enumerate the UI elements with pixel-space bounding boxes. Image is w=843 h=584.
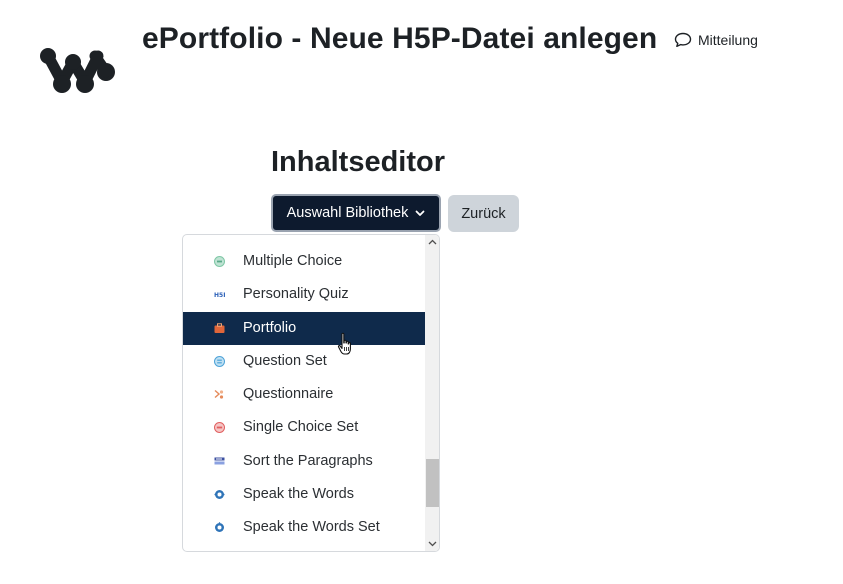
- logo-icon[interactable]: [40, 42, 120, 98]
- menu-item-portfolio[interactable]: Portfolio: [183, 312, 425, 345]
- single-choice-icon: [214, 422, 225, 433]
- menu-item-speak-the-words-set[interactable]: Speak the Words Set: [183, 511, 425, 544]
- menu-item-question-set[interactable]: Question Set: [183, 345, 425, 378]
- dropdown-scrollbar[interactable]: [425, 235, 439, 551]
- h5p-icon: H5P: [214, 292, 225, 299]
- dropdown-list: Multiple Choice H5P Personality Quiz Por…: [183, 235, 425, 551]
- scrollbar-thumb[interactable]: [426, 459, 439, 507]
- message-label: Mitteilung: [698, 32, 758, 48]
- menu-item-label: Single Choice Set: [243, 419, 359, 435]
- multiple-choice-icon: [214, 256, 225, 267]
- portfolio-icon: [214, 323, 225, 333]
- svg-text:H5P: H5P: [214, 292, 225, 299]
- library-dropdown[interactable]: Multiple Choice H5P Personality Quiz Por…: [182, 234, 440, 552]
- menu-item-personality-quiz[interactable]: H5P Personality Quiz: [183, 278, 425, 311]
- editor-heading: Inhaltseditor: [271, 146, 446, 178]
- message-link[interactable]: Mitteilung: [674, 32, 758, 48]
- menu-item-label: Speak the Words Set: [243, 519, 380, 535]
- menu-item-sort-paragraphs[interactable]: Sort the Paragraphs: [183, 445, 425, 478]
- menu-item-label: Speak the Words: [243, 486, 354, 502]
- menu-item-questionnaire[interactable]: Questionnaire: [183, 378, 425, 411]
- menu-item-label: Personality Quiz: [243, 286, 349, 302]
- menu-item-speak-the-words[interactable]: Speak the Words: [183, 478, 425, 511]
- questionnaire-icon: [214, 389, 224, 399]
- menu-item-label: Multiple Choice: [243, 253, 343, 269]
- menu-item-label: Sort the Paragraphs: [243, 453, 373, 469]
- menu-item-multiple-choice[interactable]: Multiple Choice: [183, 245, 425, 278]
- menu-item-single-choice-set[interactable]: Single Choice Set: [183, 411, 425, 444]
- speak-words-icon: [214, 490, 225, 499]
- menu-item-label: Questionnaire: [243, 386, 334, 402]
- sort-paragraphs-icon: [214, 457, 225, 465]
- hand-cursor-icon: [337, 332, 351, 355]
- question-set-icon: [214, 356, 225, 367]
- scroll-down-button[interactable]: [425, 537, 439, 551]
- scroll-up-button[interactable]: [425, 235, 439, 249]
- back-button[interactable]: Zurück: [448, 195, 519, 232]
- speak-words-set-icon: [215, 522, 224, 532]
- chevron-up-icon: [428, 239, 437, 245]
- chevron-down-icon: [415, 210, 425, 216]
- library-select-label: Auswahl Bibliothek: [286, 205, 409, 221]
- library-select-button[interactable]: Auswahl Bibliothek: [271, 194, 441, 232]
- page-title: ePortfolio - Neue H5P-Datei anlegen: [142, 22, 658, 55]
- menu-item-label: Portfolio: [243, 320, 297, 336]
- menu-item-label: Question Set: [243, 353, 327, 369]
- speech-bubble-icon: [674, 32, 692, 47]
- chevron-down-icon: [428, 541, 437, 547]
- partial-item-icon: [291, 235, 305, 239]
